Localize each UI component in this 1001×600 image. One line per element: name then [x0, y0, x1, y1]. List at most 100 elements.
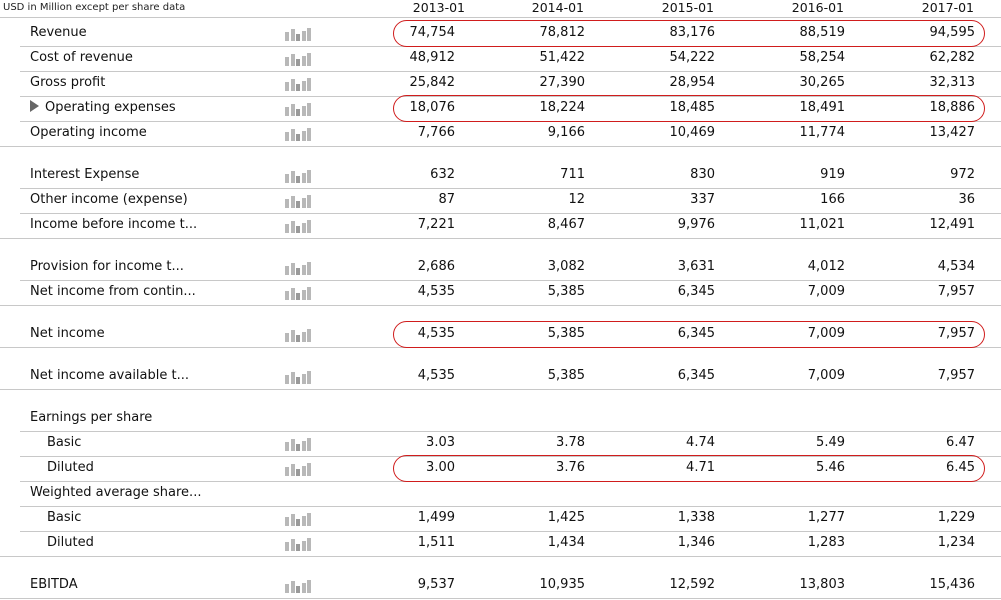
year-header-2017: 2017-01 [921, 0, 974, 15]
bar-chart-icon[interactable] [285, 103, 311, 116]
row-label-text: Basic [47, 510, 82, 525]
cell-value: 2,686 [417, 259, 455, 274]
table-row: Operating expenses 18,076 18,224 18,485 18,4… [0, 96, 1001, 122]
cell-value: 54,222 [669, 50, 716, 65]
cell-value: 6.47 [946, 435, 975, 450]
cell-value: 13,803 [799, 577, 846, 592]
cell-value: 30,265 [799, 75, 846, 90]
cell-value: 919 [820, 167, 845, 182]
row-label-text: Net income [30, 326, 105, 341]
bar-chart-icon[interactable] [285, 28, 311, 41]
cell-value: 6,345 [677, 284, 715, 299]
cell-value: 1,499 [417, 510, 455, 525]
bar-chart-icon[interactable] [285, 262, 311, 275]
table-row: Provision for income t... 2,686 3,082 3,631… [0, 255, 1001, 281]
cell-value: 1,283 [807, 535, 845, 550]
bar-chart-icon[interactable] [285, 78, 311, 91]
cell-value: 5,385 [547, 284, 585, 299]
row-label-text: Net income available t... [30, 368, 190, 383]
cell-value: 62,282 [929, 50, 976, 65]
cell-value: 4,534 [937, 259, 975, 274]
row-label-diluted: Diluted [47, 535, 94, 550]
row-divider [0, 389, 1001, 390]
table-row: Income before income t... 7,221 8,467 9,976… [0, 213, 1001, 239]
cell-value: 4.71 [686, 460, 715, 475]
cell-value: 88,519 [799, 25, 846, 40]
bar-chart-icon[interactable] [285, 170, 311, 183]
row-divider [0, 598, 1001, 599]
table-row: Operating income 7,766 9,166 10,469 11,774 13… [0, 121, 1001, 147]
row-label-text: Earnings per share [30, 410, 153, 425]
table-row: Net income from contin... 4,535 5,385 6,345… [0, 280, 1001, 306]
cell-value: 18,485 [669, 100, 716, 115]
row-divider [0, 238, 1001, 239]
table-row: Gross profit 25,842 27,390 28,954 30,265 32,3… [0, 71, 1001, 97]
cell-value: 1,425 [547, 510, 585, 525]
row-label-text: Interest Expense [30, 167, 140, 182]
bar-chart-icon[interactable] [285, 438, 311, 451]
bar-chart-icon[interactable] [285, 329, 311, 342]
cell-value: 4,012 [807, 259, 845, 274]
cell-value: 632 [430, 167, 455, 182]
cell-value: 5,385 [547, 368, 585, 383]
row-label-income-before-income-t: Income before income t... [30, 217, 197, 232]
bar-chart-icon[interactable] [285, 463, 311, 476]
bar-chart-icon[interactable] [285, 513, 311, 526]
bar-chart-icon[interactable] [285, 538, 311, 551]
bar-chart-icon[interactable] [285, 128, 311, 141]
cell-value: 8,467 [547, 217, 585, 232]
expand-triangle-icon[interactable] [30, 100, 39, 112]
row-label-revenue: Revenue [30, 25, 87, 40]
cell-value: 9,537 [417, 577, 455, 592]
row-label-operating-expenses[interactable]: Operating expenses [30, 100, 176, 115]
row-label-weighted-average-share: Weighted average share... [30, 485, 201, 500]
cell-value: 27,390 [539, 75, 586, 90]
cell-value: 3.76 [556, 460, 585, 475]
cell-value: 711 [560, 167, 585, 182]
row-label-basic: Basic [47, 510, 81, 525]
row-divider [0, 146, 1001, 147]
table-row: Basic 1,499 1,425 1,338 1,277 1,229 [0, 506, 1001, 532]
cell-value: 337 [690, 192, 715, 207]
row-label-operating-income: Operating income [30, 125, 147, 140]
cell-value: 3.78 [556, 435, 585, 450]
table-row: Basic 3.03 3.78 4.74 5.49 6.47 [0, 431, 1001, 457]
cell-value: 7,957 [937, 326, 975, 341]
bar-chart-icon[interactable] [285, 195, 311, 208]
row-label-net-income-from-contin: Net income from contin... [30, 284, 196, 299]
bar-chart-icon[interactable] [285, 220, 311, 233]
cell-value: 1,511 [417, 535, 455, 550]
cell-value: 1,234 [937, 535, 975, 550]
cell-value: 7,766 [417, 125, 455, 140]
cell-value: 9,976 [677, 217, 715, 232]
row-label-net-income: Net income [30, 326, 105, 341]
cell-value: 12 [568, 192, 585, 207]
cell-value: 6,345 [677, 326, 715, 341]
row-label-text: Other income (expense) [30, 192, 188, 207]
cell-value: 36 [958, 192, 975, 207]
cell-value: 10,935 [539, 577, 586, 592]
row-label-text: Provision for income t... [30, 259, 184, 274]
bar-chart-icon[interactable] [285, 371, 311, 384]
cell-value: 6,345 [677, 368, 715, 383]
cell-value: 15,436 [929, 577, 976, 592]
cell-value: 18,076 [409, 100, 456, 115]
cell-value: 9,166 [547, 125, 585, 140]
row-label-text: EBITDA [30, 577, 78, 592]
cell-value: 5.49 [816, 435, 845, 450]
table-row: Interest Expense 632 711 830 919 972 [0, 163, 1001, 189]
row-label-text: Cost of revenue [30, 50, 133, 65]
cell-value: 3.00 [426, 460, 455, 475]
header-divider [0, 17, 1001, 18]
cell-value: 972 [950, 167, 975, 182]
cell-value: 28,954 [669, 75, 716, 90]
cell-value: 7,009 [807, 284, 845, 299]
cell-value: 1,338 [677, 510, 715, 525]
bar-chart-icon[interactable] [285, 53, 311, 66]
year-header-2014: 2014-01 [531, 0, 584, 15]
row-label-interest-expense: Interest Expense [30, 167, 139, 182]
cell-value: 7,957 [937, 284, 975, 299]
cell-value: 12,491 [929, 217, 976, 232]
bar-chart-icon[interactable] [285, 287, 311, 300]
bar-chart-icon[interactable] [285, 580, 311, 593]
